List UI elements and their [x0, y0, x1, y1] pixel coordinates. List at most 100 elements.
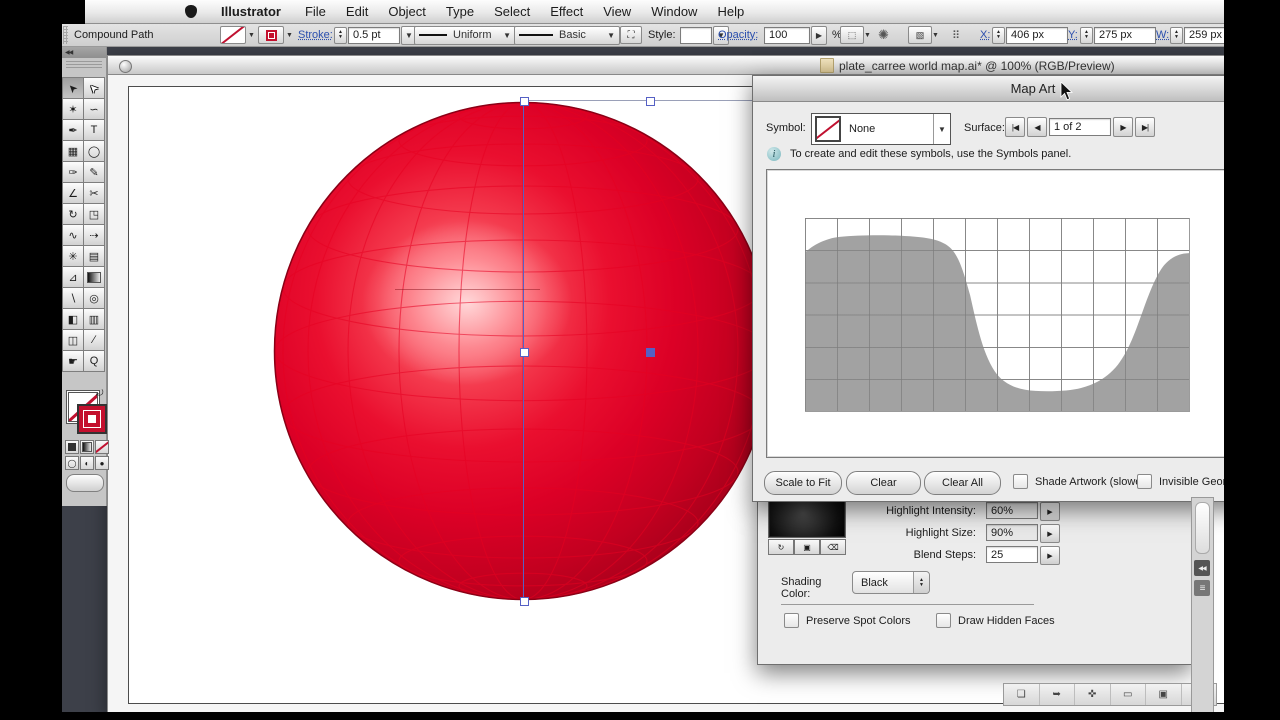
dock-scroll-track[interactable]	[1195, 502, 1210, 554]
y-field[interactable]: 275 px	[1094, 27, 1156, 44]
none-button[interactable]	[95, 440, 109, 454]
surface-last-button[interactable]: ▶|	[1135, 117, 1155, 137]
toolbar-bottom-button[interactable]	[66, 474, 104, 492]
screen-mode-button[interactable]: ●	[95, 456, 109, 470]
mesh-tool[interactable]: ▤	[83, 245, 105, 267]
chevron-down-icon[interactable]: ▼	[864, 24, 871, 46]
stroke-weight-field[interactable]: 0.5 pt	[348, 27, 400, 44]
magic-wand-tool[interactable]: ✶	[62, 98, 84, 120]
recolor-artwork-icon[interactable]: ✺	[878, 24, 889, 46]
scissors-tool[interactable]: ✂	[83, 182, 105, 204]
blend-steps-field[interactable]: 25	[986, 546, 1038, 563]
opacity-link[interactable]: Opacity:	[718, 24, 758, 46]
gradient-tool[interactable]	[83, 266, 105, 288]
chevron-down-icon[interactable]: ▼	[932, 24, 939, 46]
menu-item[interactable]: Type	[436, 4, 484, 19]
menu-item[interactable]: File	[295, 4, 336, 19]
scale-tool[interactable]: ⊿	[62, 266, 84, 288]
scale-to-fit-button[interactable]: Scale to Fit	[764, 471, 842, 495]
pen-tool[interactable]: ✒	[62, 119, 84, 141]
blend-steps-arrow[interactable]: ▶	[1040, 546, 1060, 565]
surface-first-button[interactable]: |◀	[1005, 117, 1025, 137]
shading-color-dropdown[interactable]: Black ▲▼	[852, 571, 930, 594]
chevron-down-icon[interactable]: ▼	[248, 32, 255, 39]
x-label[interactable]: X:	[980, 24, 990, 46]
selection-handle-bottom[interactable]	[520, 597, 529, 606]
menu-item[interactable]: Window	[641, 4, 707, 19]
highlight-intensity-arrow[interactable]: ▶	[1040, 502, 1060, 521]
selection-handle-center[interactable]	[520, 348, 529, 357]
chevron-down-icon[interactable]: ▼	[286, 32, 293, 39]
lasso-select-tool[interactable]: ⇢	[83, 224, 105, 246]
dock-collapse-button[interactable]: ◀◀	[1194, 560, 1210, 576]
tools-panel-grip[interactable]	[66, 61, 102, 69]
warp-tool[interactable]: ∿	[62, 224, 84, 246]
y-label[interactable]: Y:	[1068, 24, 1078, 46]
target-icon[interactable]: ✜	[1075, 684, 1111, 705]
highlight-intensity-field[interactable]: 60%	[986, 502, 1038, 519]
menu-item[interactable]: Help	[707, 4, 754, 19]
symbol-dropdown[interactable]: None ▼	[811, 113, 951, 145]
dock-menu-button[interactable]: ≡	[1194, 580, 1210, 596]
ellipse-tool[interactable]: ◯	[83, 140, 105, 162]
slice-icon[interactable]: ▭	[1111, 684, 1147, 705]
shear-tool[interactable]: ∠	[62, 182, 84, 204]
isolate-selection-icon[interactable]: ⬚	[840, 26, 864, 44]
menu-item[interactable]: Edit	[336, 4, 378, 19]
live-paint-bucket-tool[interactable]: ◧	[62, 308, 84, 330]
menu-item[interactable]: Effect	[540, 4, 593, 19]
clear-all-button[interactable]: Clear All	[924, 471, 1001, 495]
direct-selection-tool[interactable]: ➤	[83, 77, 105, 99]
symbol-sprayer-tool[interactable]: ✳	[62, 245, 84, 267]
brush-dropdown[interactable]: Basic ▼	[514, 26, 620, 45]
y-stepper[interactable]: ▲▼	[1080, 27, 1093, 44]
new-light-button[interactable]: ▣	[794, 539, 820, 555]
menu-item[interactable]: Illustrator	[211, 4, 295, 19]
w-stepper[interactable]: ▲▼	[1170, 27, 1183, 44]
opacity-arrow[interactable]: ▶	[811, 26, 827, 45]
rotate-light-button[interactable]: ↻	[768, 539, 794, 555]
invisible-geometry-checkbox[interactable]	[1137, 474, 1152, 489]
color-button[interactable]	[65, 440, 79, 454]
apple-menu-icon[interactable]	[185, 5, 197, 18]
selection-handle-top[interactable]	[520, 97, 529, 106]
free-transform-tool[interactable]: ◳	[83, 203, 105, 225]
rectangular-grid-tool[interactable]: ▦	[62, 140, 84, 162]
preserve-spot-colors-checkbox[interactable]	[784, 613, 799, 628]
shade-artwork-checkbox[interactable]	[1013, 474, 1028, 489]
make-clipping-mask-icon[interactable]: ❏	[1004, 684, 1040, 705]
zoom-tool[interactable]: Q	[83, 350, 105, 372]
new-layer-icon[interactable]: ▣	[1146, 684, 1182, 705]
hand-tool[interactable]: ☛	[62, 350, 84, 372]
surface-next-button[interactable]: ▶	[1113, 117, 1133, 137]
type-tool[interactable]: T	[83, 119, 105, 141]
column-graph-tool[interactable]: ▥	[83, 308, 105, 330]
x-stepper[interactable]: ▲▼	[992, 27, 1005, 44]
pencil-tool[interactable]: ✎	[83, 161, 105, 183]
paintbrush-tool[interactable]: ✑	[62, 161, 84, 183]
document-title-bar[interactable]: plate_carree world map.ai* @ 100% (RGB/P…	[108, 56, 1225, 75]
surface-prev-button[interactable]: ◀	[1027, 117, 1047, 137]
screen-mode-button[interactable]: ◯	[65, 456, 79, 470]
stroke-link[interactable]: Stroke:	[298, 24, 333, 46]
marquee-icon[interactable]: ▧	[908, 26, 932, 44]
brush-options-icon[interactable]: ⛶	[620, 26, 642, 44]
surface-field[interactable]: 1 of 2	[1049, 118, 1111, 136]
draw-hidden-faces-checkbox[interactable]	[936, 613, 951, 628]
rotate-tool[interactable]: ↻	[62, 203, 84, 225]
style-field[interactable]	[680, 27, 712, 44]
menu-item[interactable]: Object	[378, 4, 436, 19]
stroke-stepper[interactable]: ▲▼	[334, 27, 347, 44]
stroke-swatch[interactable]	[77, 404, 107, 434]
eyedropper-tool[interactable]: ∖	[62, 287, 84, 309]
opacity-field[interactable]: 100	[764, 27, 810, 44]
w-label[interactable]: W:	[1156, 24, 1169, 46]
menu-item[interactable]: Select	[484, 4, 540, 19]
tools-panel-header[interactable]: ◀◀	[62, 46, 106, 58]
fill-color-swatch[interactable]	[220, 26, 246, 44]
selection-tool[interactable]: ➤	[62, 77, 84, 99]
selection-anchor-right[interactable]	[646, 348, 655, 357]
menu-item[interactable]: View	[593, 4, 641, 19]
knife-tool[interactable]: ∕	[83, 329, 105, 351]
map-art-preview[interactable]	[766, 169, 1280, 458]
